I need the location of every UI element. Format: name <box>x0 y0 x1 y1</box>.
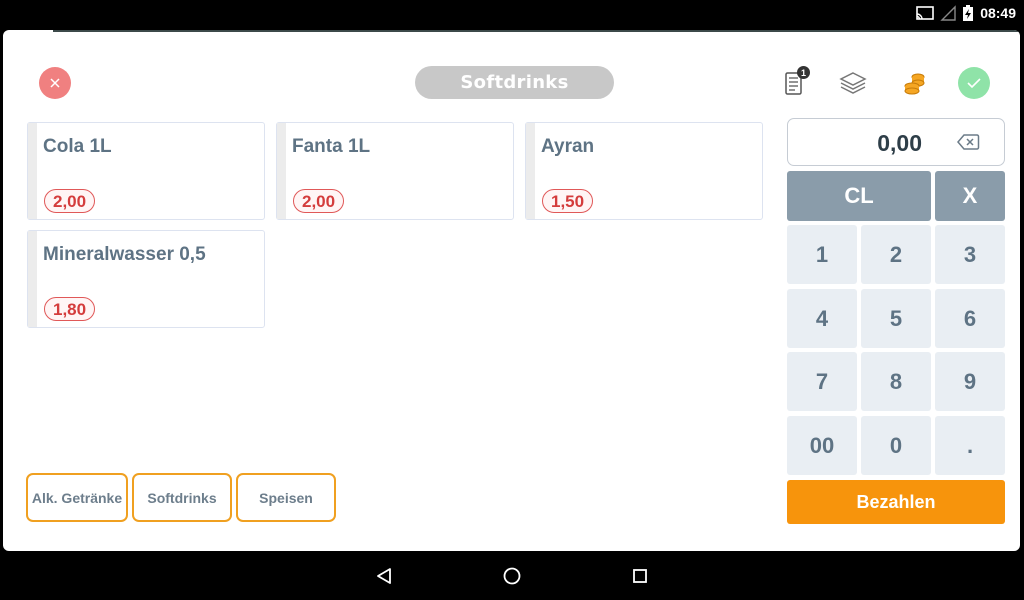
product-stripe <box>277 123 286 219</box>
category-button-alk-getraenke[interactable]: Alk. Getränke <box>26 473 128 522</box>
product-price: 1,50 <box>542 189 594 213</box>
key-decimal[interactable]: . <box>935 416 1005 475</box>
app-window: Softdrinks 1 Cola 1L 2,00 Fanta 1L 2,00 … <box>3 30 1020 551</box>
key-4[interactable]: 4 <box>787 289 857 348</box>
product-tile[interactable]: Ayran 1,50 <box>525 122 763 220</box>
layers-button[interactable] <box>838 68 868 98</box>
key-3[interactable]: 3 <box>935 225 1005 284</box>
product-name: Cola 1L <box>43 136 112 157</box>
key-7[interactable]: 7 <box>787 352 857 411</box>
key-1[interactable]: 1 <box>787 225 857 284</box>
home-icon[interactable] <box>501 565 523 587</box>
product-stripe <box>526 123 535 219</box>
amount-value: 0,00 <box>877 130 922 156</box>
product-tile[interactable]: Mineralwasser 0,5 1,80 <box>27 230 265 328</box>
key-8[interactable]: 8 <box>861 352 931 411</box>
amount-display: 0,00 <box>787 118 1005 166</box>
navigation-bar <box>0 551 1024 600</box>
product-price: 2,00 <box>44 189 96 213</box>
back-icon[interactable] <box>373 565 395 587</box>
product-tile[interactable]: Fanta 1L 2,00 <box>276 122 514 220</box>
layers-icon <box>839 72 867 94</box>
product-price: 2,00 <box>293 189 345 213</box>
top-divider <box>53 30 1020 32</box>
clear-button[interactable]: CL <box>787 171 931 221</box>
key-00[interactable]: 00 <box>787 416 857 475</box>
key-5[interactable]: 5 <box>861 289 931 348</box>
cast-icon <box>916 5 934 26</box>
product-price: 1,80 <box>44 297 96 321</box>
product-stripe <box>28 123 37 219</box>
key-9[interactable]: 9 <box>935 352 1005 411</box>
page-title: Softdrinks <box>415 66 614 99</box>
status-time: 08:49 <box>980 5 1016 21</box>
category-button-speisen[interactable]: Speisen <box>236 473 336 522</box>
signal-icon <box>940 5 956 26</box>
status-bar: 08:49 <box>0 0 1024 28</box>
battery-charging-icon <box>962 5 974 27</box>
receipt-badge: 1 <box>797 66 810 79</box>
pay-button[interactable]: Bezahlen <box>787 480 1005 524</box>
product-name: Ayran <box>541 136 595 157</box>
check-icon <box>967 78 981 89</box>
product-name: Fanta 1L <box>292 136 371 157</box>
coins-button[interactable] <box>899 68 929 98</box>
product-tile[interactable]: Cola 1L 2,00 <box>27 122 265 220</box>
product-name: Mineralwasser 0,5 <box>43 244 206 265</box>
backspace-icon[interactable] <box>956 133 980 151</box>
coins-icon <box>904 73 925 95</box>
key-2[interactable]: 2 <box>861 225 931 284</box>
key-0[interactable]: 0 <box>861 416 931 475</box>
close-icon <box>50 78 60 88</box>
multiply-button[interactable]: X <box>935 171 1005 221</box>
confirm-button[interactable] <box>958 67 990 99</box>
close-button[interactable] <box>39 67 71 99</box>
product-stripe <box>28 231 37 327</box>
recents-icon[interactable] <box>629 565 651 587</box>
receipt-button[interactable]: 1 <box>780 66 810 98</box>
category-button-softdrinks[interactable]: Softdrinks <box>132 473 232 522</box>
key-6[interactable]: 6 <box>935 289 1005 348</box>
